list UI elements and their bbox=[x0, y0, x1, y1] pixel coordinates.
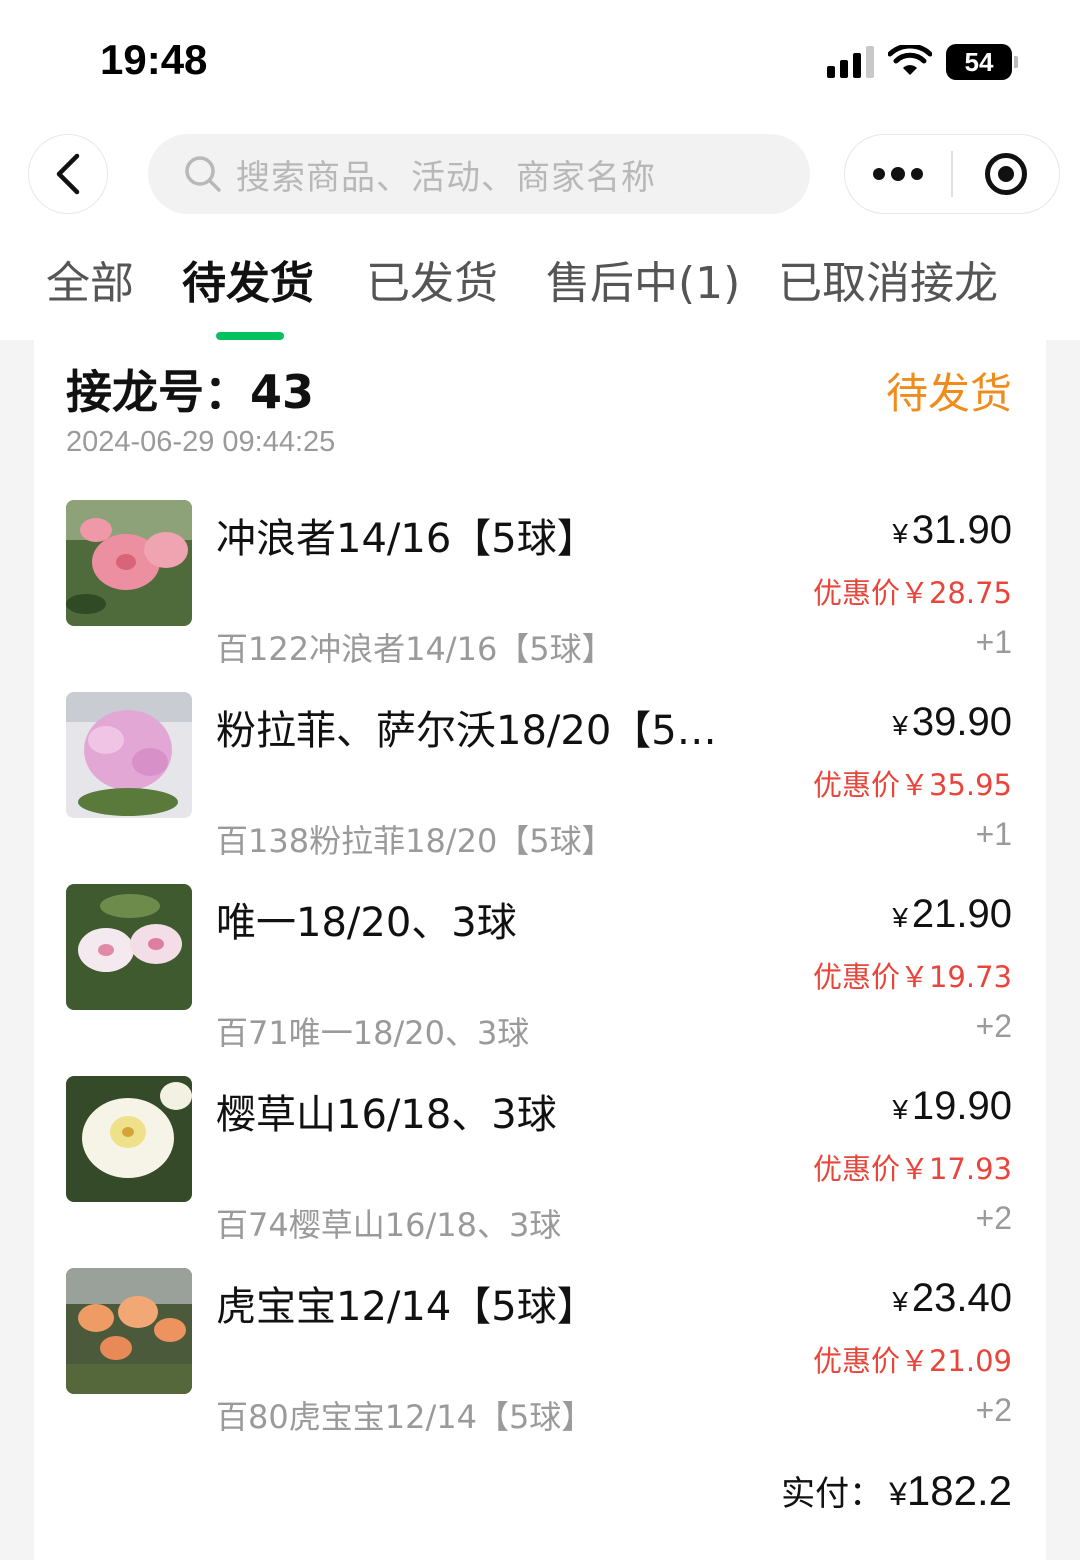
order-card[interactable]: 接龙号：43 待发货 2024-06-29 09:44:25 冲浪者14/16【… bbox=[34, 340, 1046, 1560]
product-quantity: +2 bbox=[975, 1008, 1012, 1044]
product-price: ¥19.90 bbox=[892, 1084, 1012, 1128]
product-sku: 百122冲浪者14/16【5球】 bbox=[216, 630, 614, 668]
chevron-left-icon bbox=[56, 153, 80, 195]
product-image bbox=[66, 884, 192, 1010]
order-item[interactable]: 冲浪者14/16【5球】 ¥31.90 优惠价￥28.75 百122冲浪者14/… bbox=[34, 500, 1046, 692]
product-image bbox=[66, 1076, 192, 1202]
signal-icon bbox=[827, 46, 874, 78]
discount-price: 优惠价￥17.93 bbox=[812, 1152, 1012, 1186]
header-area: 19:48 54 搜索商品、活动、商家名称 全部 待发货 已发货 售后中(1) … bbox=[0, 0, 1080, 340]
product-price: ¥23.40 bbox=[892, 1276, 1012, 1320]
product-quantity: +2 bbox=[975, 1200, 1012, 1236]
product-price: ¥21.90 bbox=[892, 892, 1012, 936]
order-total: 实付： ¥182.2 bbox=[781, 1466, 1012, 1515]
wifi-icon bbox=[888, 45, 932, 75]
order-item[interactable]: 虎宝宝12/14【5球】 ¥23.40 优惠价￥21.09 百80虎宝宝12/1… bbox=[34, 1268, 1046, 1460]
active-tab-indicator bbox=[216, 332, 284, 340]
discount-price: 优惠价￥19.73 bbox=[812, 960, 1012, 994]
product-sku: 百80虎宝宝12/14【5球】 bbox=[216, 1398, 594, 1436]
order-item[interactable]: 唯一18/20、3球 ¥21.90 优惠价￥19.73 百71唯一18/20、3… bbox=[34, 884, 1046, 1076]
tab-shipped[interactable]: 已发货 bbox=[366, 252, 498, 316]
search-placeholder: 搜索商品、活动、商家名称 bbox=[236, 157, 656, 198]
close-miniprogram-button[interactable] bbox=[953, 135, 1059, 213]
product-price: ¥39.90 bbox=[892, 700, 1012, 744]
search-input[interactable]: 搜索商品、活动、商家名称 bbox=[148, 134, 810, 214]
product-quantity: +1 bbox=[975, 816, 1012, 852]
more-dots-icon bbox=[873, 166, 924, 181]
order-number: 接龙号：43 bbox=[66, 365, 315, 419]
order-items: 冲浪者14/16【5球】 ¥31.90 优惠价￥28.75 百122冲浪者14/… bbox=[34, 500, 1046, 1460]
tab-cancelled[interactable]: 已取消接龙 bbox=[778, 252, 998, 316]
product-image bbox=[66, 692, 192, 818]
product-name: 粉拉菲、萨尔沃18/20【5… bbox=[216, 708, 717, 754]
product-quantity: +1 bbox=[975, 624, 1012, 660]
product-name: 虎宝宝12/14【5球】 bbox=[216, 1284, 597, 1330]
order-tabs: 全部 待发货 已发货 售后中(1) 已取消接龙 bbox=[0, 252, 1080, 340]
status-icons: 54 bbox=[827, 42, 1018, 82]
product-name: 冲浪者14/16【5球】 bbox=[216, 516, 597, 562]
search-icon bbox=[185, 156, 221, 192]
total-label: 实付： bbox=[781, 1474, 884, 1514]
product-sku: 百71唯一18/20、3球 bbox=[216, 1014, 530, 1052]
target-circle-icon bbox=[984, 153, 1027, 195]
battery-icon: 54 bbox=[946, 44, 1018, 80]
product-price: ¥31.90 bbox=[892, 508, 1012, 552]
total-amount: ¥182.2 bbox=[889, 1467, 1012, 1514]
discount-price: 优惠价￥35.95 bbox=[812, 768, 1012, 802]
order-item[interactable]: 樱草山16/18、3球 ¥19.90 优惠价￥17.93 百74樱草山16/18… bbox=[34, 1076, 1046, 1268]
mini-program-capsule bbox=[844, 134, 1060, 214]
product-image bbox=[66, 1268, 192, 1394]
product-sku: 百138粉拉菲18/20【5球】 bbox=[216, 822, 614, 860]
product-name: 樱草山16/18、3球 bbox=[216, 1092, 557, 1138]
tab-all[interactable]: 全部 bbox=[46, 252, 134, 316]
product-sku: 百74樱草山16/18、3球 bbox=[216, 1206, 562, 1244]
product-name: 唯一18/20、3球 bbox=[216, 900, 517, 946]
back-button[interactable] bbox=[28, 134, 108, 214]
more-button[interactable] bbox=[845, 135, 951, 213]
product-image bbox=[66, 500, 192, 626]
order-item[interactable]: 粉拉菲、萨尔沃18/20【5… ¥39.90 优惠价￥35.95 百138粉拉菲… bbox=[34, 692, 1046, 884]
status-time: 19:48 bbox=[100, 36, 208, 83]
tab-after-sales[interactable]: 售后中(1) bbox=[546, 252, 740, 316]
order-status: 待发货 bbox=[885, 369, 1012, 418]
discount-price: 优惠价￥21.09 bbox=[812, 1344, 1012, 1378]
order-time: 2024-06-29 09:44:25 bbox=[66, 426, 336, 458]
tab-pending-shipment[interactable]: 待发货 bbox=[182, 252, 314, 316]
product-quantity: +2 bbox=[975, 1392, 1012, 1428]
discount-price: 优惠价￥28.75 bbox=[812, 576, 1012, 610]
